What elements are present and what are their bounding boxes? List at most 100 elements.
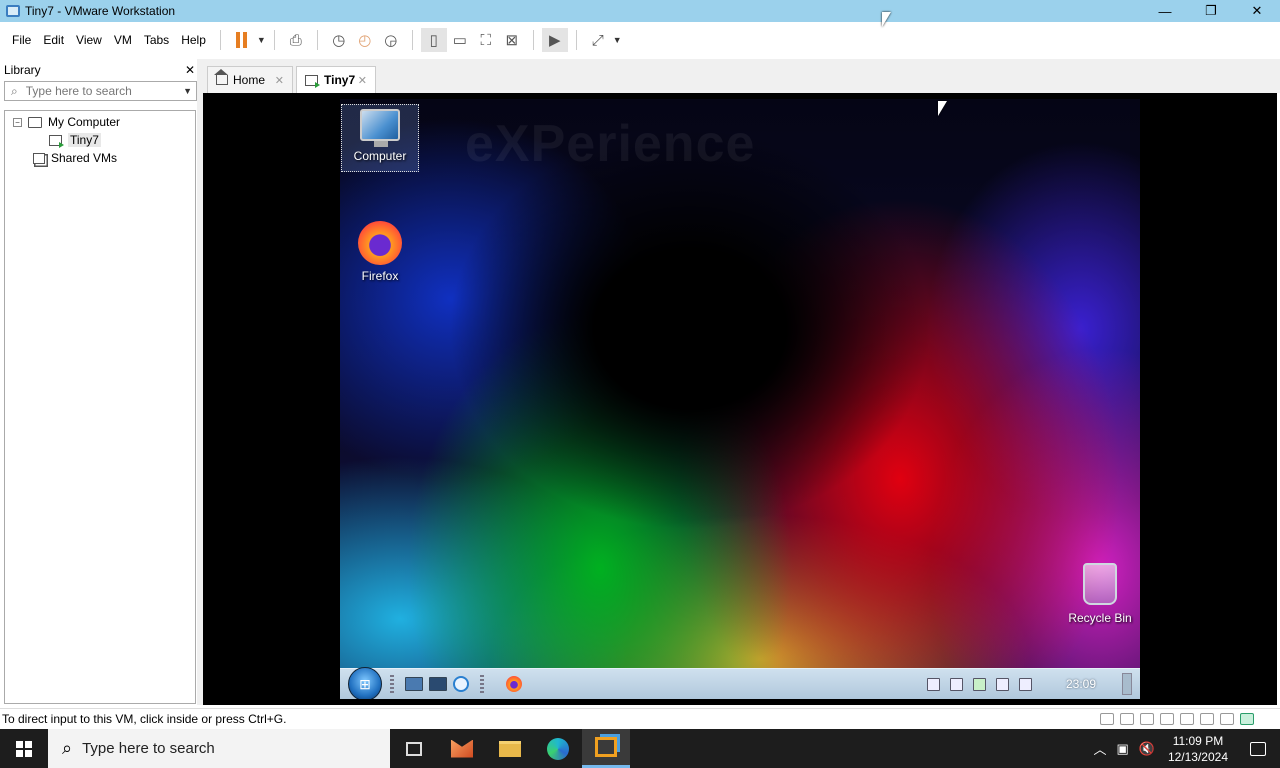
tab-label: Tiny7 — [324, 73, 356, 87]
cd-dvd-icon[interactable] — [1120, 713, 1134, 725]
window-title: Tiny7 - VMware Workstation — [25, 4, 176, 18]
unity-icon[interactable]: ⊠ — [499, 28, 525, 52]
title-bar: Tiny7 - VMware Workstation — ❐ ✕ — [0, 0, 1280, 22]
close-button[interactable]: ✕ — [1234, 0, 1280, 22]
network-icon[interactable]: ▣ — [1116, 741, 1128, 757]
taskbar-app-edge[interactable] — [534, 729, 582, 768]
toolbar-grip[interactable] — [390, 675, 394, 693]
volume-muted-icon[interactable]: 🔇 — [1139, 741, 1155, 757]
desktop-icon-computer[interactable]: Computer — [341, 104, 419, 172]
clock-date: 12/13/2024 — [1167, 749, 1228, 764]
display-icon[interactable] — [1200, 713, 1214, 725]
menu-help[interactable]: Help — [175, 33, 212, 47]
firefox-taskbar-icon[interactable] — [506, 676, 522, 692]
sound-card-icon[interactable] — [1180, 713, 1194, 725]
menu-tabs[interactable]: Tabs — [138, 33, 175, 47]
search-dropdown-icon[interactable]: ▼ — [183, 86, 192, 96]
action-center-flag-icon[interactable] — [949, 677, 963, 691]
stretch-dropdown-icon[interactable]: ▼ — [613, 35, 622, 45]
send-ctrl-alt-del-icon[interactable]: ⎙ — [283, 28, 309, 52]
show-desktop-button[interactable] — [1122, 673, 1132, 695]
desktop-icon-label: Computer — [353, 149, 407, 163]
taskbar-search-box[interactable]: ⌕ Type here to search — [48, 729, 390, 768]
toolbar-separator — [273, 30, 275, 50]
vmware-app-icon — [6, 5, 20, 17]
library-close-icon[interactable]: ✕ — [185, 63, 195, 77]
notification-center-icon[interactable] — [1250, 741, 1266, 756]
tab-bar: Home ✕ Tiny7 ✕ — [203, 59, 1280, 93]
recycle-bin-icon — [1083, 563, 1117, 605]
tab-close-icon[interactable]: ✕ — [275, 74, 284, 87]
tree-item-my-computer[interactable]: − My Computer — [5, 113, 195, 131]
toolbar-separator — [411, 30, 413, 50]
tree-label: My Computer — [48, 115, 121, 129]
start-button[interactable] — [0, 729, 48, 768]
message-log-icon[interactable] — [1240, 713, 1254, 725]
fox-app-icon — [451, 739, 473, 758]
toolbar-grip[interactable] — [480, 675, 484, 693]
desktop-icon-recycle-bin[interactable]: Recycle Bin — [1060, 563, 1140, 629]
desktop-icon-label: Recycle Bin — [1068, 611, 1132, 625]
start-orb-icon[interactable]: ⊞ — [348, 667, 382, 699]
taskbar-clock[interactable]: 11:09 PM 12/13/2024 — [1168, 733, 1228, 765]
taskbar-app-vmware[interactable] — [582, 729, 630, 768]
usb-icon[interactable] — [1220, 713, 1234, 725]
full-screen-icon[interactable]: ⛶ — [473, 28, 499, 52]
menu-view[interactable]: View — [70, 33, 108, 47]
power-dropdown-icon[interactable]: ▼ — [257, 35, 266, 45]
minimize-button[interactable]: — — [1142, 0, 1188, 22]
shared-vms-icon — [33, 152, 45, 164]
console-view-icon[interactable]: ▶ — [541, 28, 568, 52]
collapse-icon[interactable]: − — [13, 117, 22, 127]
snapshot-manager-icon[interactable]: ◶ — [378, 28, 404, 52]
printer-icon[interactable] — [1160, 713, 1174, 725]
desktop-icon-firefox[interactable]: Firefox — [341, 221, 419, 287]
show-desktop-icon[interactable] — [405, 677, 423, 691]
snapshot-icon[interactable]: ◷ — [326, 28, 352, 52]
tree-label: Shared VMs — [51, 151, 118, 165]
menu-file[interactable]: File — [6, 33, 37, 47]
notes-icon[interactable] — [926, 677, 940, 691]
explorer-quicklaunch-icon[interactable] — [429, 677, 447, 691]
status-message: To direct input to this VM, click inside… — [2, 712, 287, 726]
menu-vm[interactable]: VM — [108, 33, 138, 47]
device-icons — [1100, 713, 1254, 725]
hard-disk-icon[interactable] — [1100, 713, 1114, 725]
taskbar-search-placeholder: Type here to search — [82, 740, 215, 757]
suspend-button[interactable] — [229, 28, 255, 52]
task-view-button[interactable] — [390, 729, 438, 768]
guest-taskbar: ⊞ 23:09 — [340, 667, 1140, 699]
revert-snapshot-icon[interactable]: ◴ — [352, 28, 378, 52]
tree-item-shared-vms[interactable]: Shared VMs — [5, 149, 195, 167]
stretch-guest-icon[interactable]: ⤢ — [585, 28, 611, 52]
restore-button[interactable]: ❐ — [1188, 0, 1234, 22]
menu-edit[interactable]: Edit — [37, 33, 70, 47]
library-search-input[interactable]: ⌕ Type here to search ▼ — [4, 81, 197, 101]
show-library-icon[interactable]: ▯ — [420, 28, 447, 52]
network-adapter-icon[interactable] — [1140, 713, 1154, 725]
firefox-icon — [358, 221, 402, 265]
wallpaper-watermark: eXPerience — [465, 115, 756, 173]
vmware-icon — [595, 737, 617, 757]
internet-explorer-icon[interactable] — [453, 676, 469, 692]
pause-icon — [236, 32, 248, 48]
clock-time: 11:09 PM — [1172, 733, 1224, 748]
tab-close-icon[interactable]: ✕ — [358, 74, 367, 87]
windows-logo-icon — [16, 740, 32, 757]
thumbnail-bar-icon[interactable]: ▭ — [447, 28, 473, 52]
search-icon: ⌕ — [11, 83, 18, 98]
chevron-up-icon[interactable]: ︿ — [1093, 739, 1106, 758]
vm-running-icon — [49, 134, 64, 148]
taskbar-app-file-explorer[interactable] — [486, 729, 534, 768]
guest-clock[interactable]: 23:09 — [1066, 677, 1096, 691]
guest-tray: 23:09 — [926, 673, 1132, 695]
volume-icon[interactable] — [1018, 677, 1032, 691]
tab-tiny7[interactable]: Tiny7 ✕ — [296, 66, 376, 93]
taskbar-app-gitlab[interactable] — [438, 729, 486, 768]
network-icon[interactable] — [995, 677, 1009, 691]
folder-icon — [499, 740, 521, 757]
guest-desktop[interactable]: eXPerience Computer Firefox Recycle Bin … — [340, 99, 1140, 699]
security-shield-icon[interactable] — [972, 677, 986, 691]
tab-home[interactable]: Home ✕ — [207, 66, 293, 93]
tree-item-tiny7[interactable]: Tiny7 — [5, 131, 195, 149]
